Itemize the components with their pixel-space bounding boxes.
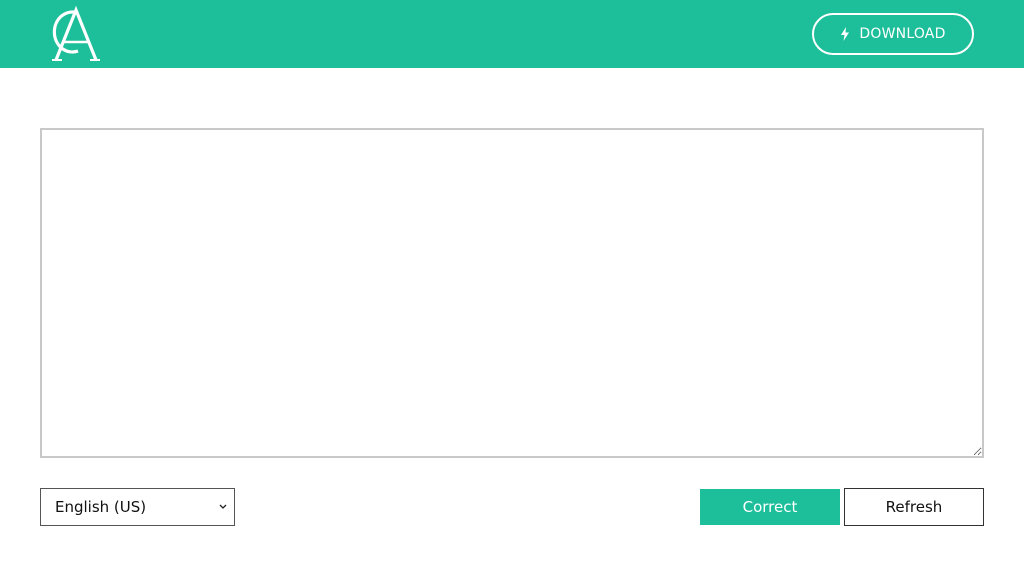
correct-button[interactable]: Correct <box>700 489 840 525</box>
lightning-bolt-icon <box>841 27 850 41</box>
ca-monogram-icon <box>52 5 100 61</box>
download-label: DOWNLOAD <box>859 26 946 42</box>
language-select[interactable]: English (US) <box>40 488 235 526</box>
logo[interactable] <box>44 4 104 64</box>
refresh-button[interactable]: Refresh <box>844 488 984 526</box>
language-select-value: English (US) <box>55 498 147 516</box>
chevron-down-icon <box>219 504 227 509</box>
text-input-area[interactable] <box>40 128 984 458</box>
refresh-label: Refresh <box>885 498 943 516</box>
correct-label: Correct <box>742 498 798 516</box>
download-button[interactable]: DOWNLOAD <box>812 13 974 55</box>
top-header: DOWNLOAD <box>0 0 1024 68</box>
